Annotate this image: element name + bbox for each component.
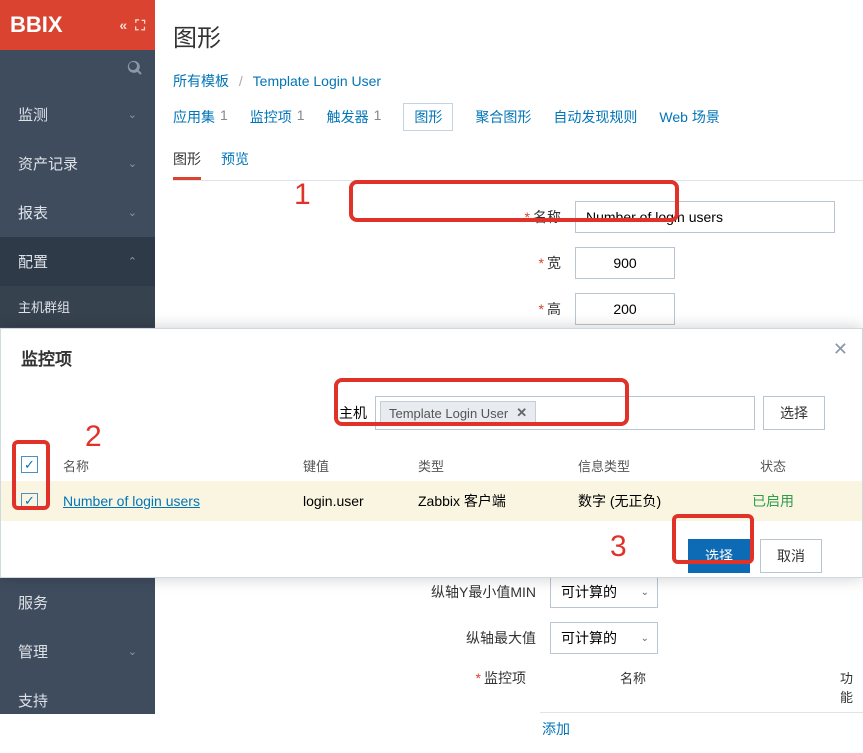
sidebar-item-label: 服务: [18, 592, 48, 613]
item-status: 已启用: [733, 491, 813, 511]
sidebar-item-configuration[interactable]: 配置 ⌃: [0, 237, 155, 286]
form-row-items: *监控项 名称 功能 添加: [155, 668, 863, 739]
modal-footer: 选择 取消: [1, 521, 862, 573]
host-select-button[interactable]: 选择: [763, 396, 825, 430]
items-modal: ✕ 监控项 主机 Template Login User ✕ 选择 ✓ 名称 键…: [0, 328, 863, 578]
logo-text: BBIX: [10, 12, 63, 38]
chevron-down-icon: ⌄: [641, 587, 649, 598]
sidebar-item-support[interactable]: 支持: [0, 676, 155, 725]
search-bar[interactable]: [0, 50, 155, 90]
form-row-width: *宽: [173, 247, 863, 279]
ymin-label: 纵轴Y最小值MIN: [155, 582, 550, 602]
sidebar-item-label: 配置: [18, 251, 48, 272]
select-all-checkbox[interactable]: ✓: [21, 456, 38, 473]
sidebar-item-label: 监测: [18, 104, 48, 125]
name-input[interactable]: [575, 201, 835, 233]
chevron-down-icon: ⌄: [128, 645, 137, 658]
breadcrumb-separator: /: [239, 73, 243, 89]
chevron-down-icon: ⌄: [128, 206, 137, 219]
height-label: 高: [547, 301, 561, 317]
subtab-graph[interactable]: 图形: [173, 149, 201, 180]
breadcrumb-current[interactable]: Template Login User: [253, 73, 381, 89]
host-chip-label: Template Login User: [389, 406, 508, 421]
chevron-down-icon: ⌄: [128, 157, 137, 170]
tab-triggers[interactable]: 触发器1: [327, 107, 382, 127]
cancel-button[interactable]: 取消: [760, 539, 822, 573]
sidebar-item-label: 管理: [18, 641, 48, 662]
search-icon[interactable]: [127, 60, 143, 81]
form-row-name: *名称: [173, 201, 863, 233]
modal-title: 监控项: [1, 329, 862, 386]
sidebar-item-inventory[interactable]: 资产记录 ⌄: [0, 139, 155, 188]
remove-chip-icon[interactable]: ✕: [516, 405, 527, 421]
items-table: ✓ 名称 键值 类型 信息类型 状态 ✓ Number of login use…: [1, 450, 862, 521]
fullscreen-icon[interactable]: ⛶: [135, 17, 145, 34]
collapse-icon[interactable]: «: [119, 17, 127, 33]
sidebar-item-label: 报表: [18, 202, 48, 223]
host-label: 主机: [339, 403, 367, 423]
host-input[interactable]: Template Login User ✕: [375, 396, 755, 430]
sidebar-item-services[interactable]: 服务: [0, 578, 155, 627]
col-name[interactable]: 名称: [63, 456, 303, 475]
col-name-header: 名称: [620, 668, 840, 706]
subtab-preview[interactable]: 预览: [221, 149, 249, 180]
col-func-header: 功能: [840, 668, 863, 706]
sidebar-lower: 服务 管理 ⌄ 支持: [0, 578, 155, 714]
breadcrumb: 所有模板 / Template Login User: [173, 71, 863, 91]
tab-graphs[interactable]: 图形: [403, 103, 453, 131]
item-name-link[interactable]: Number of login users: [63, 493, 200, 509]
col-key: 键值: [303, 456, 418, 475]
chevron-up-icon: ⌃: [128, 255, 137, 268]
col-status: 状态: [733, 456, 813, 475]
width-label: 宽: [547, 255, 561, 271]
sidebar-item-reports[interactable]: 报表 ⌄: [0, 188, 155, 237]
item-type: Zabbix 客户端: [418, 491, 578, 511]
sidebar-subitem-hostgroups[interactable]: 主机群组: [0, 286, 155, 327]
height-input[interactable]: [575, 293, 675, 325]
width-input[interactable]: [575, 247, 675, 279]
tab-screens[interactable]: 聚合图形: [475, 107, 531, 127]
ymax-label: 纵轴最大值: [155, 628, 550, 648]
items-label: 监控项: [484, 670, 526, 686]
tab-discovery[interactable]: 自动发现规则: [553, 107, 637, 127]
form-row-ymax: 纵轴最大值 可计算的⌄: [155, 622, 863, 654]
subtabs: 图形 预览: [173, 149, 863, 180]
breadcrumb-all-templates[interactable]: 所有模板: [173, 73, 229, 89]
item-info: 数字 (无正负): [578, 491, 733, 511]
ymax-select[interactable]: 可计算的⌄: [550, 622, 658, 654]
sidebar-item-administration[interactable]: 管理 ⌄: [0, 627, 155, 676]
row-checkbox[interactable]: ✓: [21, 493, 38, 510]
host-chip: Template Login User ✕: [380, 401, 536, 425]
logo-controls: « ⛶: [119, 17, 145, 34]
logo-bar: BBIX « ⛶: [0, 0, 155, 50]
items-column-headers: 名称 功能: [540, 668, 863, 706]
item-key: login.user: [303, 493, 418, 509]
host-filter-row: 主机 Template Login User ✕ 选择: [1, 396, 862, 430]
sidebar-item-label: 资产记录: [18, 153, 78, 174]
tabs-row: 应用集1 监控项1 触发器1 图形 聚合图形 自动发现规则 Web 场景: [173, 103, 863, 131]
tab-applications[interactable]: 应用集1: [173, 107, 228, 127]
add-item-link[interactable]: 添加: [542, 721, 570, 737]
table-row[interactable]: ✓ Number of login users login.user Zabbi…: [1, 481, 862, 521]
name-label: 名称: [533, 209, 561, 225]
form-lower: 纵轴Y最小值MIN 可计算的⌄ 纵轴最大值 可计算的⌄ *监控项 名称 功能 添…: [155, 576, 863, 753]
page-title: 图形: [173, 18, 863, 53]
close-icon[interactable]: ✕: [833, 339, 848, 360]
divider: [173, 180, 863, 181]
tab-items[interactable]: 监控项1: [250, 107, 305, 127]
ymin-select[interactable]: 可计算的⌄: [550, 576, 658, 608]
select-button[interactable]: 选择: [688, 539, 750, 573]
sidebar-item-label: 支持: [18, 690, 48, 711]
table-header: ✓ 名称 键值 类型 信息类型 状态: [1, 450, 862, 481]
col-type: 类型: [418, 456, 578, 475]
tab-web[interactable]: Web 场景: [659, 107, 719, 127]
sidebar-item-monitoring[interactable]: 监测 ⌄: [0, 90, 155, 139]
chevron-down-icon: ⌄: [641, 633, 649, 644]
form-row-height: *高: [173, 293, 863, 325]
form-row-ymin: 纵轴Y最小值MIN 可计算的⌄: [155, 576, 863, 608]
chevron-down-icon: ⌄: [128, 108, 137, 121]
col-info: 信息类型: [578, 456, 733, 475]
